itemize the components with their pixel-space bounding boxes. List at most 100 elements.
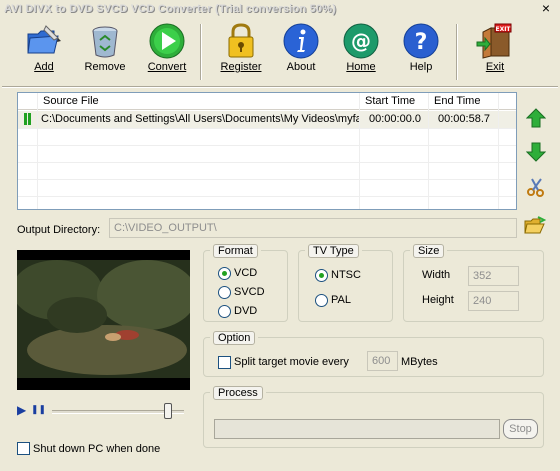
file-row[interactable]: C:\Documents and Settings\All Users\Docu… (18, 111, 516, 128)
file-list[interactable]: Source File Start Time End Time C:\Docum… (17, 92, 517, 210)
main-window: AVI DIVX to DVD SVCD VCD Converter (Tria… (0, 0, 560, 471)
seek-slider-thumb[interactable] (164, 403, 172, 419)
row-gridline (18, 196, 516, 197)
column-header-start[interactable]: Start Time (360, 93, 429, 110)
row-gridline (18, 145, 516, 146)
exit-sign: EXIT (495, 26, 511, 33)
option-group: Option Split target movie every 600 MByt… (203, 331, 544, 377)
column-header-end[interactable]: End Time (429, 93, 499, 110)
height-label: Height (422, 294, 454, 306)
help-button[interactable]: ? Help (394, 22, 448, 84)
row-status-icon (24, 113, 31, 125)
video-preview (17, 250, 190, 390)
remove-button[interactable]: Remove (78, 22, 132, 84)
about-button[interactable]: About (274, 22, 328, 84)
window-title: AVI DIVX to DVD SVCD VCD Converter (Tria… (4, 3, 337, 15)
arrow-down-icon (525, 142, 547, 162)
exit-button[interactable]: EXIT Exit (468, 22, 522, 84)
tv-type-group-title: TV Type (308, 244, 359, 258)
recycle-bin-icon (92, 26, 118, 58)
toolbar-divider (2, 86, 558, 88)
format-dvd-radio[interactable] (218, 305, 231, 318)
width-field[interactable]: 352 (468, 266, 519, 286)
help-question-icon: ? (403, 23, 439, 59)
folder-add-icon (27, 25, 61, 54)
format-vcd-radio[interactable] (218, 267, 231, 280)
at-sign-icon: @ (343, 23, 379, 59)
width-label: Width (422, 269, 451, 281)
svg-text:?: ? (415, 30, 428, 55)
format-vcd-label: VCD (234, 267, 258, 279)
cut-button[interactable] (526, 177, 546, 197)
size-group-title: Size (413, 244, 445, 258)
shutdown-checkbox[interactable] (17, 442, 30, 455)
tv-ntsc-radio[interactable] (315, 269, 328, 282)
move-down-button[interactable] (525, 142, 547, 162)
column-gridline (498, 93, 499, 209)
split-size-field[interactable]: 600 (367, 351, 398, 371)
column-header-blank[interactable] (18, 93, 38, 110)
split-unit-label: MBytes (401, 356, 438, 368)
folder-open-icon (524, 216, 547, 234)
help-label: Help (409, 61, 433, 73)
format-group-title: Format (213, 244, 258, 258)
tv-pal-label: PAL (331, 294, 351, 306)
play-convert-icon (149, 23, 185, 59)
option-group-title: Option (213, 331, 256, 345)
info-icon (283, 23, 319, 59)
scissors-icon (527, 178, 544, 197)
about-label: About (286, 61, 316, 73)
size-group: Size Width 352 Height 240 (403, 244, 544, 322)
conversion-progress-bar (214, 419, 500, 439)
height-field[interactable]: 240 (468, 291, 519, 311)
move-up-button[interactable] (525, 108, 547, 128)
format-group: Format VCD SVCD DVD (203, 244, 288, 322)
column-gridline (37, 93, 38, 209)
home-button[interactable]: @ Home (334, 22, 388, 84)
convert-label: Convert (147, 61, 187, 73)
pause-button[interactable]: ❚❚ (31, 404, 46, 415)
exit-label: Exit (485, 61, 505, 73)
svg-text:@: @ (351, 29, 371, 53)
arrow-up-icon (525, 108, 547, 128)
file-list-header: Source File Start Time End Time (18, 93, 516, 110)
toolbar-separator (456, 24, 458, 80)
column-header-source[interactable]: Source File (38, 93, 360, 110)
exit-door-icon: EXIT (476, 23, 512, 59)
remove-label: Remove (84, 61, 126, 73)
split-label: Split target movie every (234, 356, 349, 368)
column-gridline (428, 93, 429, 209)
row-end-time: 00:00:58.7 (438, 113, 490, 125)
tv-pal-radio[interactable] (315, 294, 328, 307)
close-button[interactable]: × (538, 1, 554, 17)
stop-button[interactable]: Stop (503, 419, 538, 439)
shutdown-label: Shut down PC when done (33, 443, 161, 455)
add-button[interactable]: Add (17, 22, 71, 84)
output-directory-field[interactable]: C:\VIDEO_OUTPUT\ (109, 218, 517, 238)
tv-type-group: TV Type NTSC PAL (298, 244, 393, 322)
toolbar: Add Remove Convert Register About @ Home… (0, 20, 560, 86)
row-start-time: 00:00:00.0 (369, 113, 421, 125)
toolbar-separator (200, 24, 202, 80)
register-label: Register (220, 61, 262, 73)
output-directory-label: Output Directory: (17, 224, 101, 236)
process-group-title: Process (213, 386, 263, 400)
split-checkbox[interactable] (218, 356, 231, 369)
title-bar: AVI DIVX to DVD SVCD VCD Converter (Tria… (0, 0, 560, 20)
format-svcd-label: SVCD (234, 286, 265, 298)
play-button[interactable]: ▶ (17, 403, 26, 417)
convert-button[interactable]: Convert (140, 22, 194, 84)
row-source-file: C:\Documents and Settings\All Users\Docu… (41, 113, 360, 125)
column-gridline (359, 93, 360, 209)
row-gridline (18, 128, 516, 129)
tv-ntsc-label: NTSC (331, 269, 361, 281)
format-svcd-radio[interactable] (218, 286, 231, 299)
home-label: Home (346, 61, 376, 73)
register-button[interactable]: Register (214, 22, 268, 84)
browse-folder-button[interactable] (524, 216, 547, 236)
add-label: Add (34, 61, 54, 73)
video-frame-image (17, 250, 190, 390)
lock-icon (228, 23, 254, 58)
format-dvd-label: DVD (234, 305, 258, 317)
row-gridline (18, 162, 516, 163)
